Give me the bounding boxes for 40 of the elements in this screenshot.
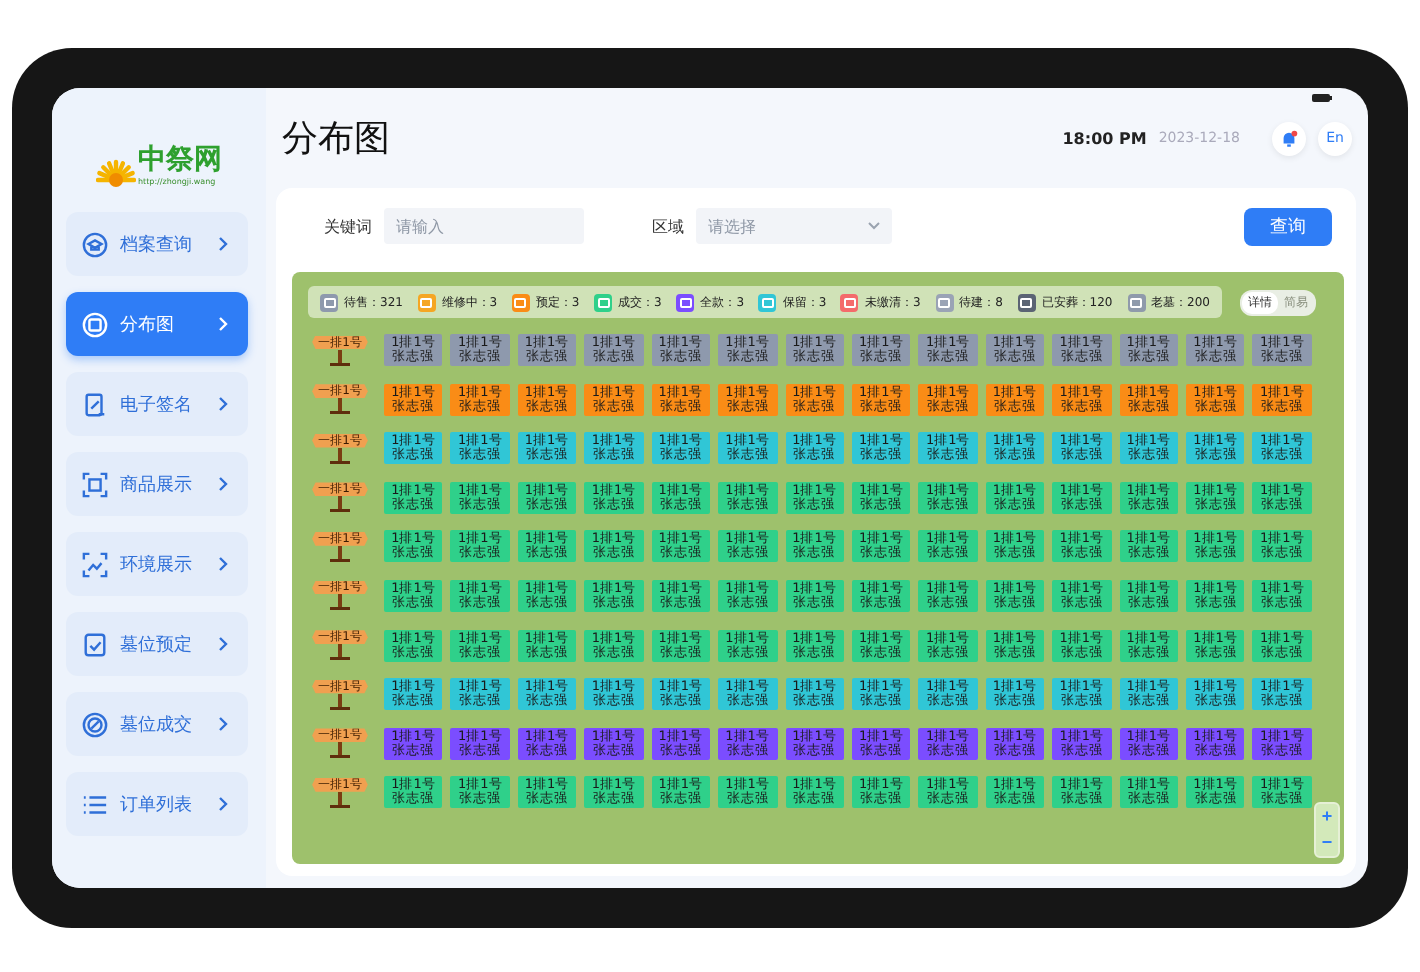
post-icon	[326, 791, 354, 808]
sidebar-item[interactable]: 分布图	[66, 292, 248, 356]
sidebar-item[interactable]: 环境展示	[66, 532, 248, 596]
caret-icon	[868, 222, 880, 230]
sidebar-item[interactable]: 档案查询	[66, 212, 248, 276]
sidebar-item[interactable]: 商品展示	[66, 452, 248, 516]
post-icon	[326, 693, 354, 710]
keyword-label: 关键词	[324, 215, 372, 237]
scan-icon	[82, 471, 108, 497]
post-icon	[326, 496, 354, 513]
sidebar-item[interactable]: 电子签名	[66, 372, 248, 436]
keyword-input[interactable]: 请输入	[384, 208, 584, 244]
post-icon	[326, 398, 354, 415]
sidebar-item[interactable]: 墓位成交	[66, 692, 248, 756]
chevron-icon	[218, 316, 228, 332]
chevron-icon	[218, 716, 228, 732]
logo-text: 中祭网	[138, 146, 222, 176]
post-icon	[326, 349, 354, 365]
post-icon	[326, 447, 354, 464]
query-button[interactable]: 查询	[1244, 207, 1332, 245]
signature-icon	[82, 391, 108, 417]
sidebar-item[interactable]: 墓位预定	[66, 612, 248, 676]
battery-icon	[1312, 94, 1332, 102]
sidebar-item[interactable]: 订单列表	[66, 772, 248, 836]
area-label: 区域	[652, 215, 684, 237]
post-icon	[326, 545, 354, 562]
notification-button[interactable]	[1272, 121, 1306, 155]
chevron-icon	[218, 476, 228, 492]
chevron-icon	[218, 796, 228, 812]
time-text: 18:00 PM	[1062, 129, 1147, 147]
page-title: 分布图	[282, 116, 390, 162]
chevron-icon	[218, 636, 228, 652]
list-icon	[82, 791, 108, 817]
post-icon	[326, 742, 354, 759]
chevron-icon	[218, 556, 228, 572]
chevron-icon	[218, 396, 228, 412]
post-icon	[326, 594, 354, 611]
chevron-icon	[218, 236, 228, 252]
post-icon	[326, 644, 354, 661]
bell-icon	[1280, 129, 1298, 147]
